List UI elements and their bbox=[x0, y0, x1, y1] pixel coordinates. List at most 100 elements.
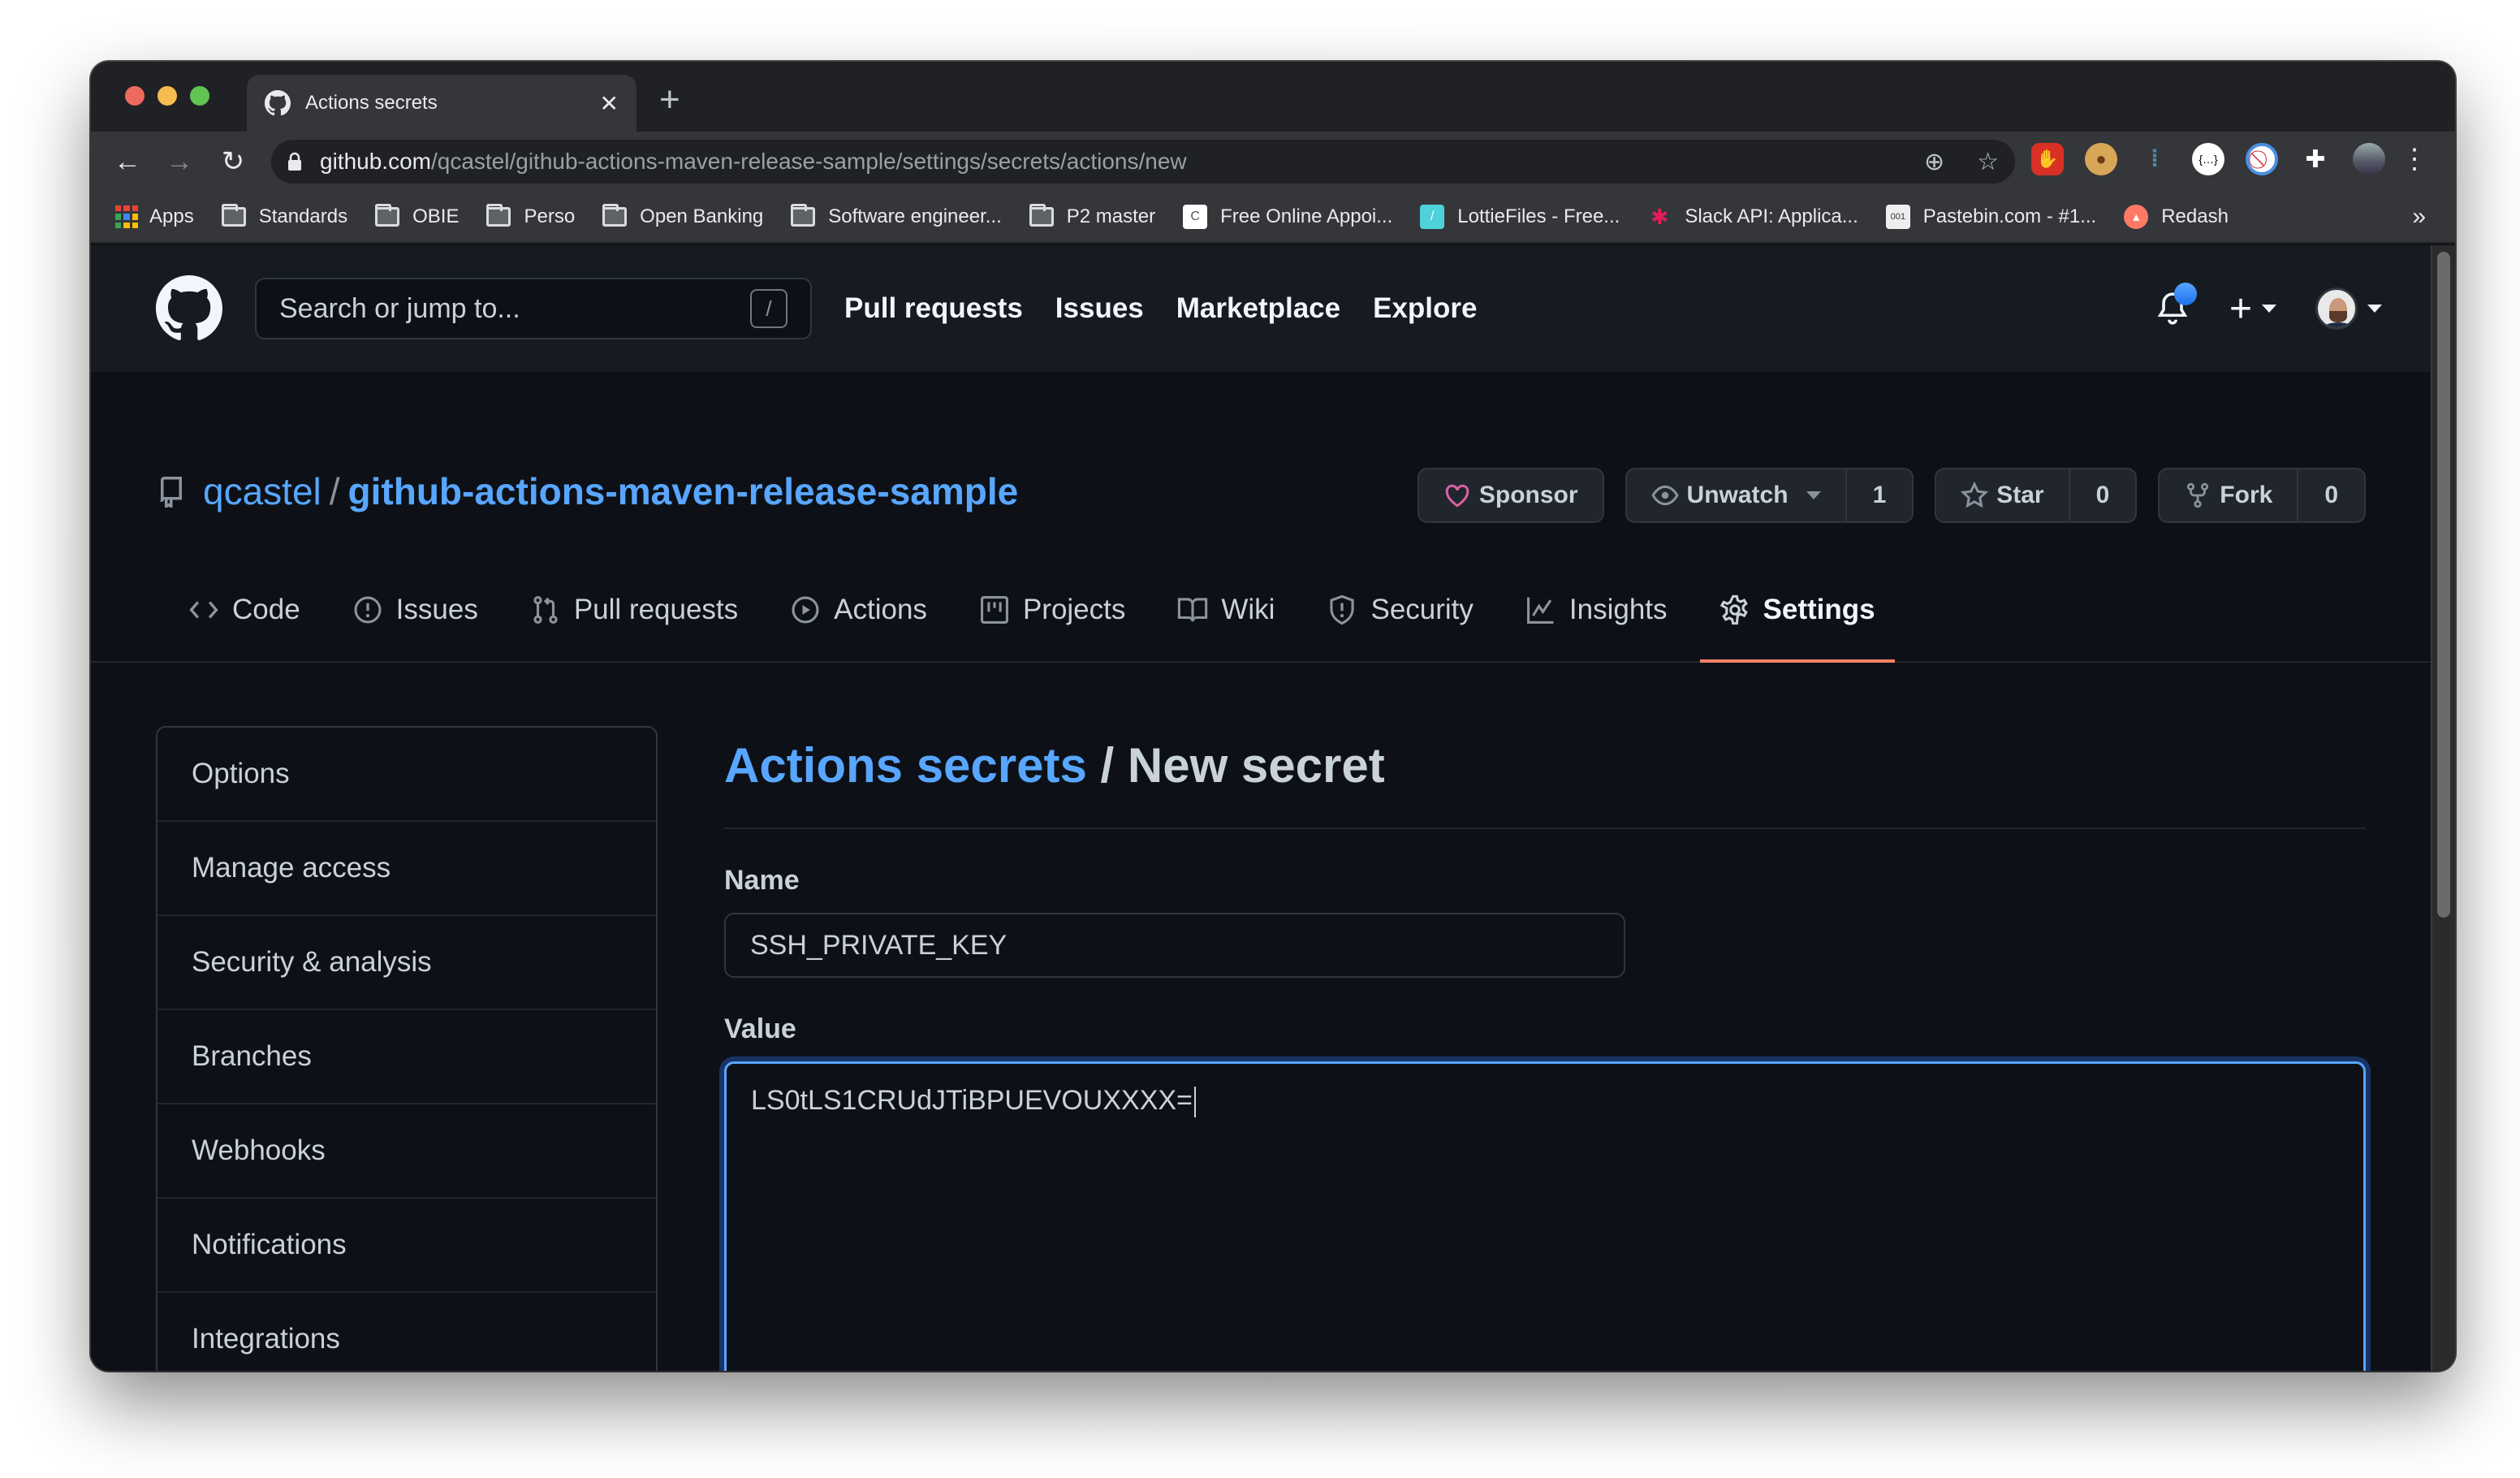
more-bookmarks-button[interactable]: » bbox=[2412, 203, 2426, 231]
repo-name-link[interactable]: github-actions-maven-release-sample bbox=[348, 469, 1019, 513]
close-window-button[interactable] bbox=[125, 86, 145, 106]
bookmark-p2-master[interactable]: P2 master bbox=[1029, 204, 1155, 228]
folder-icon bbox=[1029, 204, 1054, 227]
bookmark-perso[interactable]: Perso bbox=[486, 204, 575, 228]
github-search-input[interactable]: Search or jump to... / bbox=[255, 278, 812, 339]
bookmark-apps[interactable]: Apps bbox=[115, 205, 194, 228]
play-icon bbox=[792, 596, 819, 624]
bookmark-star-icon[interactable]: ☆ bbox=[1977, 148, 1999, 176]
fork-label: Fork bbox=[2220, 482, 2273, 508]
address-bar[interactable]: github.com/qcastel/github-actions-maven-… bbox=[271, 140, 2015, 184]
breadcrumb-actions-secrets[interactable]: Actions secrets bbox=[724, 738, 1087, 793]
code-icon bbox=[189, 601, 218, 619]
minimize-window-button[interactable] bbox=[158, 86, 177, 106]
tab-actions[interactable]: Actions bbox=[770, 559, 947, 661]
nav-explore[interactable]: Explore bbox=[1373, 292, 1477, 325]
notifications-button[interactable] bbox=[2155, 283, 2197, 326]
sidebar-item-manage-access[interactable]: Manage access bbox=[158, 822, 656, 916]
new-tab-button[interactable]: + bbox=[659, 80, 680, 120]
sidebar-item-integrations[interactable]: Integrations bbox=[158, 1293, 656, 1371]
forks-count[interactable]: 0 bbox=[2297, 469, 2364, 521]
repository-header: qcastel / github-actions-maven-release-s… bbox=[91, 372, 2431, 663]
sidebar-item-branches[interactable]: Branches bbox=[158, 1010, 656, 1104]
fork-icon bbox=[2187, 482, 2209, 508]
tab-bar: Actions secrets ✕ + bbox=[91, 62, 2455, 132]
scrollbar-thumb[interactable] bbox=[2437, 252, 2450, 918]
search-shortcut-key: / bbox=[750, 289, 788, 328]
bookmark-lottiefiles[interactable]: / LottieFiles - Free... bbox=[1420, 205, 1620, 229]
tab-label: Wiki bbox=[1221, 594, 1275, 625]
tab-issues[interactable]: Issues bbox=[333, 559, 498, 661]
nav-pull-requests[interactable]: Pull requests bbox=[844, 292, 1023, 325]
sidebar-item-security-analysis[interactable]: Security & analysis bbox=[158, 916, 656, 1010]
adblock-extension-icon[interactable]: ✋ bbox=[2031, 143, 2064, 175]
zoom-icon[interactable]: ⊕ bbox=[1924, 148, 1944, 176]
tab-settings[interactable]: Settings bbox=[1699, 559, 1895, 663]
tab-wiki[interactable]: Wiki bbox=[1158, 559, 1294, 661]
secret-name-input[interactable] bbox=[724, 913, 1625, 978]
sponsor-button[interactable]: Sponsor bbox=[1417, 468, 1604, 523]
chrome-profile-avatar[interactable] bbox=[2353, 143, 2385, 175]
bookmark-slack-api[interactable]: ✱ Slack API: Applica... bbox=[1647, 205, 1858, 229]
bookmark-label: Slack API: Applica... bbox=[1685, 205, 1858, 227]
repo-owner-link[interactable]: qcastel bbox=[203, 469, 321, 513]
star-button[interactable]: Star bbox=[1936, 469, 2068, 521]
tab-label: Projects bbox=[1022, 594, 1126, 625]
reload-icon[interactable]: ↻ bbox=[213, 141, 253, 182]
tab-code[interactable]: Code bbox=[169, 559, 320, 661]
chrome-menu-icon[interactable]: ⋮ bbox=[2401, 143, 2428, 175]
stars-count[interactable]: 0 bbox=[2068, 469, 2136, 521]
create-new-dropdown[interactable]: + bbox=[2229, 287, 2276, 331]
settings-sidebar: Options Manage access Security & analysi… bbox=[156, 726, 658, 1371]
forward-arrow-icon[interactable]: → bbox=[159, 141, 200, 182]
browser-tab-active[interactable]: Actions secrets ✕ bbox=[247, 75, 636, 132]
tab-label: Security bbox=[1370, 594, 1474, 625]
fork-button[interactable]: Fork bbox=[2160, 469, 2297, 521]
json-viewer-extension-icon[interactable]: {…} bbox=[2192, 143, 2224, 175]
tab-label: Pull requests bbox=[573, 594, 739, 625]
notification-indicator bbox=[2173, 283, 2197, 305]
plus-icon: + bbox=[2229, 287, 2252, 331]
tab-projects[interactable]: Projects bbox=[960, 559, 1145, 661]
github-logo-icon[interactable] bbox=[156, 275, 222, 342]
bookmark-free-online-appointment[interactable]: C Free Online Appoi... bbox=[1183, 205, 1392, 229]
extensions-puzzle-icon[interactable]: ✚ bbox=[2299, 143, 2332, 175]
watchers-count[interactable]: 1 bbox=[1845, 469, 1913, 521]
nav-issues[interactable]: Issues bbox=[1055, 292, 1144, 325]
page-scrollbar[interactable] bbox=[2431, 245, 2455, 1371]
star-button-group: Star 0 bbox=[1935, 468, 2138, 523]
folder-icon bbox=[602, 204, 628, 227]
bookmark-pastebin[interactable]: 001 Pastebin.com - #1... bbox=[1885, 205, 2096, 229]
sidebar-item-notifications[interactable]: Notifications bbox=[158, 1199, 656, 1293]
sidebar-item-webhooks[interactable]: Webhooks bbox=[158, 1104, 656, 1199]
page-title-text: New secret bbox=[1127, 738, 1385, 793]
bookmark-obie[interactable]: OBIE bbox=[375, 204, 460, 228]
maximize-window-button[interactable] bbox=[190, 86, 209, 106]
cookie-extension-icon[interactable]: ● bbox=[2085, 143, 2117, 175]
bookmark-software-engineer[interactable]: Software engineer... bbox=[791, 204, 1002, 228]
url-path: /qcastel/github-actions-maven-release-sa… bbox=[430, 149, 1187, 174]
bookmark-redash[interactable]: ▴ Redash bbox=[2124, 205, 2229, 229]
bookmark-standards[interactable]: Standards bbox=[221, 204, 347, 228]
bookmark-open-banking[interactable]: Open Banking bbox=[602, 204, 764, 228]
nav-marketplace[interactable]: Marketplace bbox=[1176, 292, 1340, 325]
bars-extension-icon[interactable]: ⁞ bbox=[2138, 143, 2171, 175]
secret-value-textarea[interactable]: LS0tLS1CRUdJTiBPUEVOUXXXX= bbox=[724, 1061, 2366, 1371]
back-arrow-icon[interactable]: ← bbox=[107, 141, 148, 182]
user-menu-dropdown[interactable] bbox=[2315, 287, 2382, 330]
sidebar-item-options[interactable]: Options bbox=[158, 728, 656, 822]
block-extension-icon[interactable]: ⃠ bbox=[2246, 143, 2278, 175]
star-label: Star bbox=[1996, 482, 2044, 508]
github-favicon-icon bbox=[265, 90, 291, 116]
folder-icon bbox=[791, 204, 816, 227]
bookmark-label: Open Banking bbox=[640, 205, 764, 227]
tab-insights[interactable]: Insights bbox=[1506, 559, 1687, 661]
close-tab-icon[interactable]: ✕ bbox=[600, 90, 619, 117]
bookmark-label: OBIE bbox=[412, 205, 460, 227]
caret-down-icon bbox=[2262, 305, 2276, 313]
breadcrumb-separator: / bbox=[1086, 738, 1128, 793]
unwatch-button[interactable]: Unwatch bbox=[1627, 469, 1845, 521]
caret-down-icon bbox=[1806, 491, 1821, 499]
tab-pull-requests[interactable]: Pull requests bbox=[511, 559, 757, 661]
tab-security[interactable]: Security bbox=[1307, 559, 1492, 661]
